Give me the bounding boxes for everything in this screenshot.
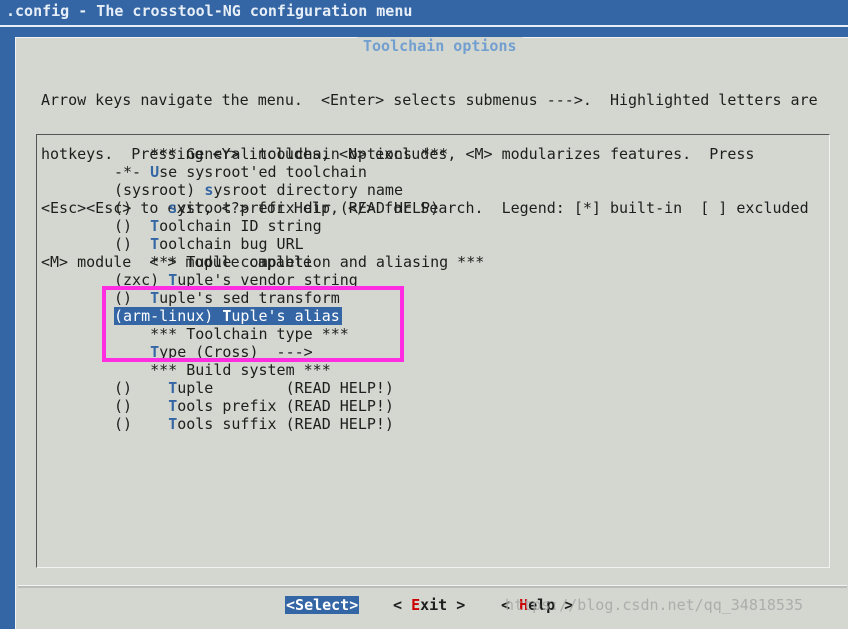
menu-item-text: () Tools prefix (READ HELP!): [114, 397, 394, 415]
menu-item-prefix: (): [114, 235, 151, 253]
menu-item-label: ysroot directory name: [213, 181, 403, 199]
select-button-hotkey: S: [295, 596, 305, 614]
title-underline: [0, 25, 848, 27]
menu-item-text: (sysroot) sysroot directory name: [114, 181, 403, 199]
help-line: Arrow keys navigate the menu. <Enter> se…: [41, 91, 818, 109]
menu-item-prefix: (): [114, 199, 169, 217]
menu-item[interactable]: *** Build system ***: [114, 361, 484, 379]
menu-item-text: () Tuple (READ HELP!): [114, 379, 394, 397]
exit-button[interactable]: < Exit >: [393, 596, 465, 614]
menu-item-label: se sysroot'ed toolchain: [159, 163, 367, 181]
button-separator: [18, 585, 847, 588]
watermark: https://blog.csdn.net/qq_34818535: [505, 596, 804, 614]
menu-item-text: *** General toolchain options ***: [114, 145, 448, 163]
menu-item-text: () Tools suffix (READ HELP!): [114, 415, 394, 433]
menu-item-hotkey: T: [150, 217, 160, 235]
menu-item[interactable]: (sysroot) sysroot directory name: [114, 181, 484, 199]
menu-item-text: () sysroot prefix dir (READ HELP): [114, 199, 439, 217]
exit-button-label: xit: [420, 596, 448, 614]
menu-item[interactable]: -*- Use sysroot'ed toolchain: [114, 163, 484, 181]
exit-button-open: <: [393, 596, 412, 614]
menu-item-prefix: -*-: [114, 163, 151, 181]
menu-item-label: ysroot prefix dir (READ HELP): [177, 199, 440, 217]
menu-item-prefix: *** Tuple completion and aliasing ***: [114, 253, 485, 271]
menu-item-hotkey: T: [168, 415, 178, 433]
select-button-open: <: [286, 596, 296, 614]
menu-item-prefix: *** Build system ***: [114, 361, 331, 379]
annotation-highlight-box: [102, 286, 404, 362]
menu-item-text: () Toolchain bug URL: [114, 235, 304, 253]
menu-item[interactable]: () Toolchain bug URL: [114, 235, 484, 253]
menu-item-prefix: *** General toolchain options ***: [114, 145, 449, 163]
menu-item-label: ools prefix (READ HELP!): [177, 397, 394, 415]
menu-item-text: *** Build system ***: [114, 361, 331, 379]
menu-item-prefix: (): [114, 397, 169, 415]
dialog-title: Toolchain options: [357, 37, 523, 55]
menu-item-label: uple (READ HELP!): [177, 379, 394, 397]
window-title: .config - The crosstool-NG configuration…: [6, 2, 413, 20]
menu-item-text: () Toolchain ID string: [114, 217, 322, 235]
menu-item-hotkey: s: [168, 199, 178, 217]
menu-item-hotkey: T: [150, 235, 160, 253]
select-button[interactable]: <Select>: [285, 596, 360, 614]
exit-button-hotkey: E: [411, 596, 421, 614]
menu-item-label: oolchain bug URL: [159, 235, 304, 253]
exit-button-close: >: [447, 596, 466, 614]
menu-item-prefix: (sysroot): [114, 181, 205, 199]
menu-item[interactable]: *** General toolchain options ***: [114, 145, 484, 163]
menu-item[interactable]: *** Tuple completion and aliasing ***: [114, 253, 484, 271]
menu-item-prefix: (): [114, 379, 169, 397]
menu-item-label: oolchain ID string: [159, 217, 322, 235]
menu-item[interactable]: () Tools prefix (READ HELP!): [114, 397, 484, 415]
menu-item-text: *** Tuple completion and aliasing ***: [114, 253, 484, 271]
menu-item-prefix: (): [114, 217, 151, 235]
menu-item-prefix: (): [114, 415, 169, 433]
select-button-label: elect: [304, 596, 350, 614]
menu-item[interactable]: () sysroot prefix dir (READ HELP): [114, 199, 484, 217]
menu-item-hotkey: T: [168, 379, 178, 397]
menu-item-hotkey: U: [150, 163, 160, 181]
select-button-close: >: [349, 596, 359, 614]
menu-item-hotkey: T: [168, 397, 178, 415]
menu-item[interactable]: () Toolchain ID string: [114, 217, 484, 235]
menu-item-label: ools suffix (READ HELP!): [177, 415, 394, 433]
menu-item[interactable]: () Tools suffix (READ HELP!): [114, 415, 484, 433]
menu-item-text: -*- Use sysroot'ed toolchain: [114, 163, 367, 181]
menu-item-hotkey: s: [204, 181, 214, 199]
menu-item[interactable]: () Tuple (READ HELP!): [114, 379, 484, 397]
